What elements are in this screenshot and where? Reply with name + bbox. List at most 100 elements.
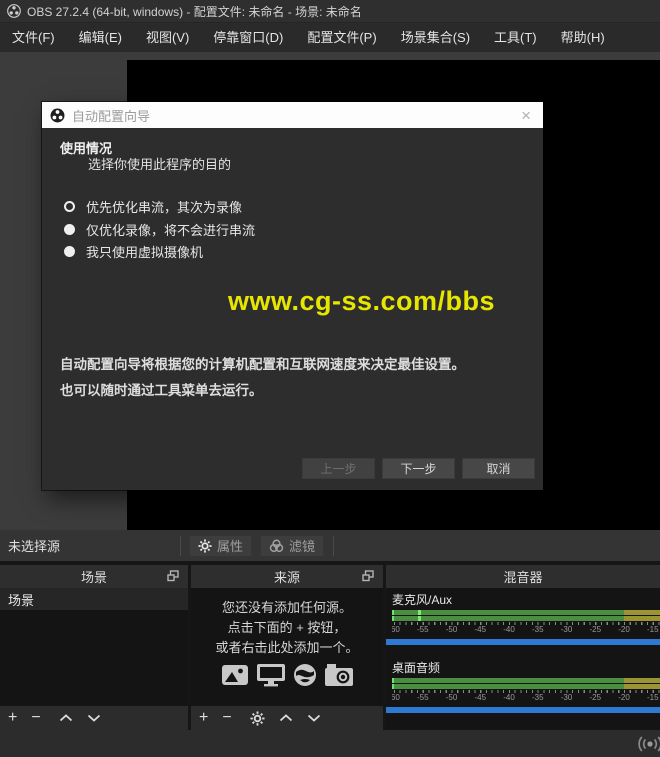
scale-label: -25 <box>581 625 610 635</box>
mixer-channel-mic: 麦克风/Aux -60-55-50-45-40-35-30-25-20-15 <box>386 588 660 645</box>
scale-label: -55 <box>408 693 437 703</box>
scenes-dock: 场景 场景 + − <box>0 565 188 730</box>
dock-float-icon[interactable] <box>362 570 374 582</box>
watermark-text: www.cg-ss.com/bbs <box>228 286 495 317</box>
scenes-title: 场景 <box>81 567 107 586</box>
scale-label: -20 <box>610 625 639 635</box>
cancel-button[interactable]: 取消 <box>462 458 535 479</box>
mixer-body: 麦克风/Aux -60-55-50-45-40-35-30-25-20-15 桌… <box>386 588 660 730</box>
sources-title: 来源 <box>274 567 300 586</box>
meter-bar <box>392 610 660 615</box>
add-source-icon[interactable]: + <box>199 710 208 726</box>
scale-label: -20 <box>610 693 639 703</box>
obs-window: OBS 27.2.4 (64-bit, windows) - 配置文件: 未命名… <box>0 0 660 757</box>
window-title: OBS 27.2.4 (64-bit, windows) - 配置文件: 未命名… <box>27 3 362 20</box>
sources-dock: 来源 您还没有添加任何源。 点击下面的 + 按钮， 或者右击此处添加一个。 <box>191 565 383 730</box>
remove-source-icon[interactable]: − <box>222 710 231 726</box>
source-context-toolbar: 未选择源 属性 滤镜 <box>0 530 660 561</box>
scenes-dock-header[interactable]: 场景 <box>0 565 188 588</box>
move-scene-down-icon[interactable] <box>87 714 101 722</box>
channel-name: 麦克风/Aux <box>386 588 660 610</box>
move-scene-up-icon[interactable] <box>59 714 73 722</box>
sources-dock-header[interactable]: 来源 <box>191 565 383 588</box>
move-source-up-icon[interactable] <box>279 714 293 722</box>
radio-virtual-camera-only[interactable]: 我只使用虚拟摄像机 <box>64 241 203 261</box>
browser-source-icon <box>293 663 317 687</box>
sources-list[interactable]: 您还没有添加任何源。 点击下面的 + 按钮， 或者右击此处添加一个。 <box>191 588 383 706</box>
toolbar-separator <box>333 536 334 556</box>
empty-line: 点击下面的 + 按钮， <box>191 618 383 638</box>
filters-button[interactable]: 滤镜 <box>260 535 324 557</box>
close-icon[interactable]: × <box>517 107 535 124</box>
volume-meter: -60-55-50-45-40-35-30-25-20-15 <box>392 678 660 703</box>
stream-signal-icon <box>637 735 660 753</box>
add-scene-icon[interactable]: + <box>8 710 17 726</box>
channel-name: 桌面音频 <box>386 656 660 678</box>
filters-label: 滤镜 <box>289 536 315 555</box>
menu-scene-collection[interactable]: 场景集合(S) <box>389 24 482 52</box>
scale-label: -55 <box>408 625 437 635</box>
scale-label: -45 <box>466 693 495 703</box>
scale-label: -60 <box>392 625 408 635</box>
dialog-body: 使用情况 选择你使用此程序的目的 优先优化串流，其次为录像 仅优化录像，将不会进… <box>42 128 543 490</box>
properties-label: 属性 <box>217 536 243 555</box>
scale-label: -35 <box>523 693 552 703</box>
volume-slider[interactable] <box>386 707 660 713</box>
sources-empty-state: 您还没有添加任何源。 点击下面的 + 按钮， 或者右击此处添加一个。 <box>191 588 383 687</box>
scale-label: -40 <box>495 693 524 703</box>
empty-line: 您还没有添加任何源。 <box>191 598 383 618</box>
wizard-info-line1: 自动配置向导将根据您的计算机配置和互联网速度来决定最佳设置。 <box>60 352 465 378</box>
meter-bar <box>392 616 660 621</box>
toolbar-separator <box>180 536 181 556</box>
meter-bar <box>392 678 660 683</box>
properties-button[interactable]: 属性 <box>189 535 252 557</box>
window-titlebar: OBS 27.2.4 (64-bit, windows) - 配置文件: 未命名… <box>0 0 660 23</box>
menu-profile[interactable]: 配置文件(P) <box>295 24 388 52</box>
preview-area: 自动配置向导 × 使用情况 选择你使用此程序的目的 优先优化串流，其次为录像 仅… <box>0 52 660 530</box>
empty-line: 或者右击此处添加一个。 <box>191 638 383 658</box>
next-button[interactable]: 下一步 <box>382 458 455 479</box>
scale-label: -50 <box>437 693 466 703</box>
mixer-dock-header[interactable]: 混音器 <box>386 565 660 588</box>
scale-label: -30 <box>552 625 581 635</box>
source-properties-gear-icon[interactable] <box>250 711 265 726</box>
filters-icon <box>269 539 284 553</box>
wizard-info-line2: 也可以随时通过工具菜单去运行。 <box>60 378 465 404</box>
menu-bar: 文件(F) 编辑(E) 视图(V) 停靠窗口(D) 配置文件(P) 场景集合(S… <box>0 24 660 52</box>
menu-tools[interactable]: 工具(T) <box>482 24 549 52</box>
image-source-icon <box>221 663 249 687</box>
dialog-titlebar[interactable]: 自动配置向导 × <box>42 102 543 128</box>
menu-docks[interactable]: 停靠窗口(D) <box>201 24 295 52</box>
obs-logo-icon <box>50 108 65 123</box>
menu-file[interactable]: 文件(F) <box>0 24 67 52</box>
status-bar <box>0 730 660 757</box>
scale-label: -40 <box>495 625 524 635</box>
camera-source-icon <box>324 663 354 687</box>
scene-list-item[interactable]: 场景 <box>0 588 188 610</box>
dialog-buttons: 上一步 下一步 取消 <box>302 458 535 479</box>
source-status-text: 未选择源 <box>8 536 60 555</box>
scale-label: -30 <box>552 693 581 703</box>
volume-slider[interactable] <box>386 639 660 645</box>
source-type-icons <box>191 663 383 687</box>
dialog-title: 自动配置向导 <box>72 106 517 125</box>
scenes-list[interactable]: 场景 <box>0 588 188 706</box>
audio-mixer-dock: 混音器 麦克风/Aux -60-55-50-45-40-35-30-25-20-… <box>386 565 660 730</box>
move-source-down-icon[interactable] <box>307 714 321 722</box>
mixer-title: 混音器 <box>503 567 542 586</box>
radio-icon <box>64 224 75 235</box>
dock-float-icon[interactable] <box>167 570 179 582</box>
radio-icon <box>64 201 75 212</box>
menu-view[interactable]: 视图(V) <box>134 24 201 52</box>
radio-optimize-recording[interactable]: 仅优化录像，将不会进行串流 <box>64 219 255 239</box>
remove-scene-icon[interactable]: − <box>31 710 40 726</box>
menu-help[interactable]: 帮助(H) <box>549 24 617 52</box>
menu-edit[interactable]: 编辑(E) <box>67 24 134 52</box>
radio-optimize-streaming[interactable]: 优先优化串流，其次为录像 <box>64 196 242 216</box>
scale-label: -35 <box>523 625 552 635</box>
mixer-channel-desktop: 桌面音频 -60-55-50-45-40-35-30-25-20-15 <box>386 656 660 713</box>
gear-icon <box>198 539 212 553</box>
sources-toolbar: + − <box>191 706 383 730</box>
meter-scale-labels: -60-55-50-45-40-35-30-25-20-15 <box>392 693 660 703</box>
meter-scale-labels: -60-55-50-45-40-35-30-25-20-15 <box>392 625 660 635</box>
